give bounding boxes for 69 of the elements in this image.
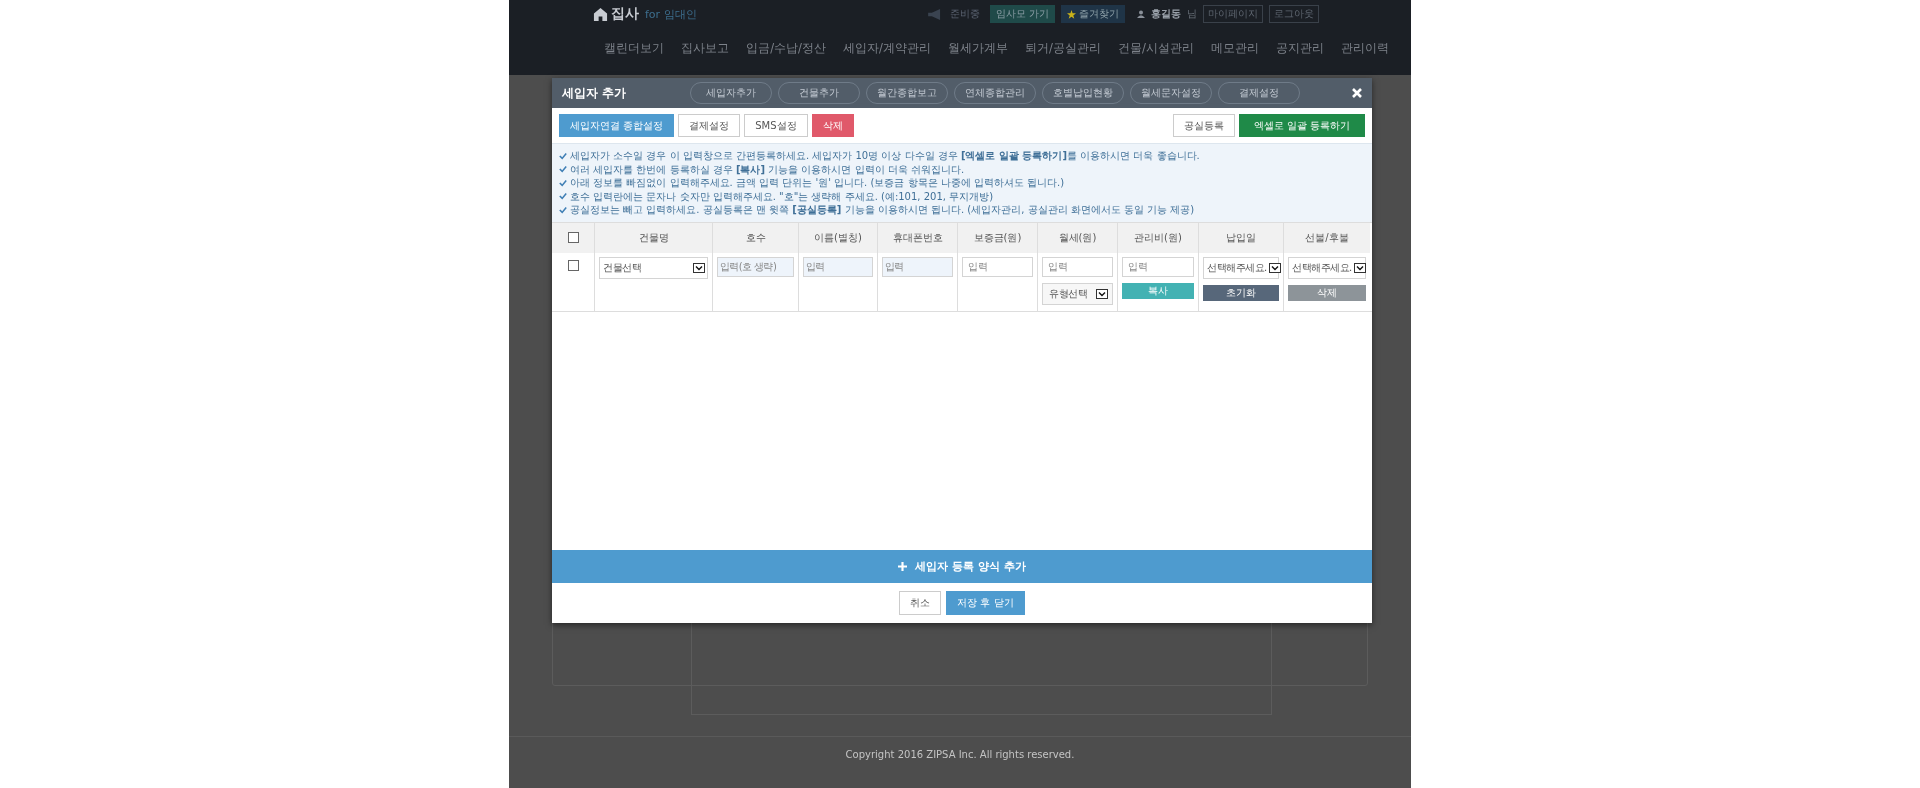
input-field[interactable]: 입력 — [962, 256, 1033, 277]
notice-text: 호수 입력란에는 문자나 숫자만 입력해주세요. "호"는 생략해 주세요. (예:101, 201, 무지개방) — [570, 189, 994, 203]
toolbar-button[interactable]: 엑셀로 일괄 등록하기 — [1238, 114, 1365, 137]
dropdown-caret-icon — [1353, 262, 1366, 273]
notice-text: 아래 정보를 빠짐없이 입력해주세요. 금액 입력 단위는 '원' 입니다. (보증금 항목은 나중에 입력하셔도 됩니다.) — [570, 176, 1065, 190]
dropdown-caret-icon — [1268, 262, 1281, 273]
logo-text[interactable]: 집사 — [611, 5, 639, 23]
toolbar-button[interactable]: 공실등록 — [1172, 114, 1235, 137]
account-link-button[interactable]: 마이페이지 — [1203, 5, 1263, 23]
toolbar-button[interactable]: SMS설정 — [744, 114, 808, 137]
nav-menu-item[interactable]: 메모관리 — [1210, 41, 1259, 56]
nav-menu-item[interactable]: 공지관리 — [1275, 41, 1324, 56]
favorites-button[interactable]: 즐겨찾기 — [1061, 5, 1125, 23]
close-button[interactable] — [1352, 88, 1362, 98]
nav-menu-item[interactable]: 퇴거/공실관리 — [1024, 41, 1101, 56]
input-field[interactable]: 입력 — [882, 256, 953, 277]
notice-text: 여러 세입자를 한번에 등록하실 경우 [복사] 기능을 이용하시면 입력이 더욱 쉬워집니다. — [570, 162, 965, 176]
account-link-button[interactable]: 로그아웃 — [1269, 5, 1319, 23]
dropdown-field[interactable]: 건물선택 — [599, 256, 708, 279]
notice-text: 세입자가 소수일 경우 이 입력창으로 간편등록하세요. 세입자가 10명 이상 다수일 경우 [엑셀로 일괄 등록하기]를 이용하시면 더욱 좋습니다. — [570, 149, 1200, 163]
dropdown-field[interactable]: 유형선택 — [1042, 282, 1113, 305]
copyright-text: Copyright 2016 ZIPSA Inc. All rights reserved. — [845, 749, 1075, 762]
select-all-checkbox[interactable] — [567, 232, 579, 243]
column-header: 이름(별칭) — [798, 222, 877, 253]
status-text: 준비중 — [949, 7, 980, 21]
footer-button[interactable]: 취소 — [899, 591, 942, 615]
nav-menu-item[interactable]: 세입자/계약관리 — [842, 41, 931, 56]
nav-menu-item[interactable]: 관리이력 — [1340, 41, 1389, 56]
close-icon — [1352, 88, 1362, 98]
house-logo-icon — [593, 6, 608, 22]
toolbar-button[interactable]: 결제설정 — [678, 114, 741, 137]
nav-menu-item[interactable]: 건물/시설관리 — [1117, 41, 1194, 56]
user-icon — [1137, 10, 1145, 18]
community-link-button[interactable]: 임사모 가기 — [989, 5, 1055, 23]
row-action-button[interactable]: 초기화 — [1203, 284, 1279, 301]
column-header: 건물명 — [594, 222, 712, 253]
user-name: 홍길동 — [1151, 7, 1181, 21]
column-header: 보증금(원) — [957, 222, 1037, 253]
input-field[interactable]: 입력 — [1042, 256, 1113, 277]
input-field[interactable]: 입력(호 생략) — [717, 256, 794, 277]
add-form-button[interactable]: 세입자 등록 양식 추가 — [552, 550, 1372, 583]
nav-menu-item[interactable]: 월세가계부 — [947, 41, 1008, 56]
nav-menu-item[interactable]: 집사보고 — [681, 41, 730, 56]
dropdown-field[interactable]: 선택해주세요. — [1288, 256, 1366, 279]
column-header: 선불/후불 — [1283, 222, 1370, 253]
column-header: 휴대폰번호 — [877, 222, 957, 253]
nav-menu-item[interactable]: 입금/수납/정산 — [746, 41, 826, 56]
input-field[interactable]: 입력 — [803, 256, 873, 277]
notice-text: 공실정보는 빼고 입력하세요. 공실등록은 맨 윗쪽 [공실등록] 기능을 이용하시면 됩니다. (세입자관리, 공실관리 화면에서도 동일 기능 제공) — [570, 203, 1195, 217]
plus-icon — [898, 562, 908, 571]
dropdown-field[interactable]: 선택해주세요. — [1203, 256, 1279, 279]
dropdown-caret-icon — [1096, 288, 1108, 299]
logo-subtitle: for 임대인 — [645, 6, 697, 22]
toolbar-button[interactable]: 세입자연결 종합설정 — [559, 114, 675, 137]
nav-menu-item[interactable]: 캘린더보기 — [604, 41, 664, 56]
modal-title: 세입자 추가 — [562, 84, 628, 102]
column-header: 납입일 — [1198, 222, 1283, 253]
row-checkbox[interactable] — [567, 259, 579, 271]
footer-button[interactable]: 저장 후 닫기 — [946, 591, 1025, 615]
row-action-button[interactable]: 복사 — [1122, 282, 1194, 299]
star-icon — [1067, 9, 1076, 19]
row-action-button[interactable]: 삭제 — [1288, 284, 1366, 301]
input-field[interactable]: 입력 — [1122, 256, 1194, 277]
column-header: 호수 — [712, 222, 798, 253]
column-header: 관리비(원) — [1117, 222, 1198, 253]
user-suffix: 님 — [1187, 7, 1197, 21]
toolbar-button[interactable]: 삭제 — [811, 114, 854, 137]
dropdown-caret-icon — [693, 262, 705, 273]
column-header: 월세(원) — [1037, 222, 1117, 253]
